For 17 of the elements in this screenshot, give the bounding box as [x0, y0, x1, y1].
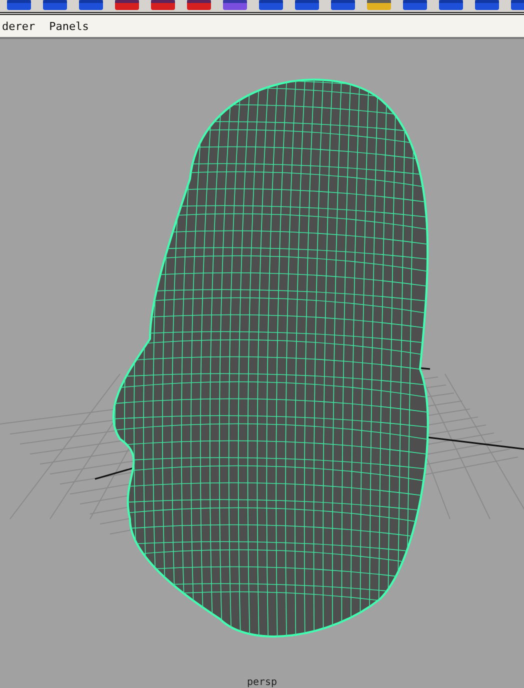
shelf-tool-icon[interactable]	[112, 0, 142, 12]
menu-item[interactable]: Panels	[49, 20, 89, 32]
shelf-tool-icon[interactable]	[148, 0, 178, 12]
shelf-tool-icon[interactable]	[184, 0, 214, 12]
shelf-tool-icon[interactable]	[292, 0, 322, 12]
shelf-tool-icon[interactable]	[436, 0, 466, 12]
shelf-tool-icon[interactable]	[40, 0, 70, 12]
menu-item[interactable]: derer	[2, 20, 36, 32]
shelf-tool-icon[interactable]	[76, 0, 106, 12]
shelf-tool-icon[interactable]	[256, 0, 286, 12]
shelf-tool-icon[interactable]	[400, 0, 430, 12]
shelf-tool-icon[interactable]	[472, 0, 502, 12]
shelf-tool-icon[interactable]	[328, 0, 358, 12]
camera-label: persp	[246, 677, 278, 688]
shelf-tool-icon[interactable]	[364, 0, 394, 12]
shelf-tool-icon[interactable]	[220, 0, 250, 12]
shelf-tool-icon[interactable]	[4, 0, 34, 12]
